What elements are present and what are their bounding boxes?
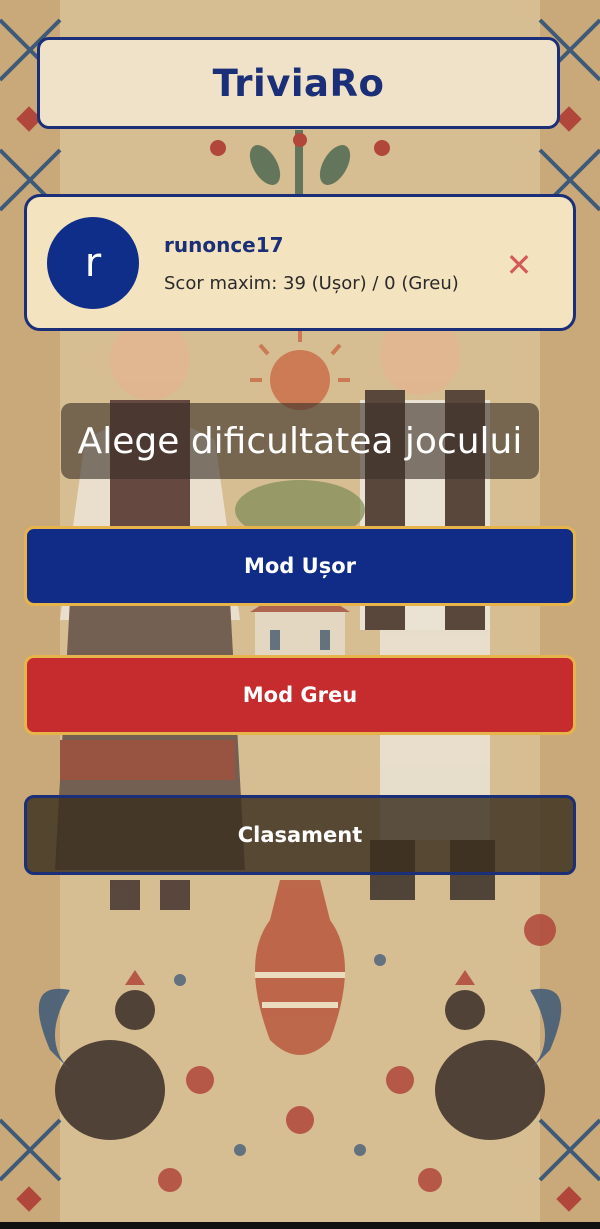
leaderboard-button[interactable]: Clasament <box>24 795 576 875</box>
close-icon[interactable]: ✕ <box>505 249 533 281</box>
easy-mode-button[interactable]: Mod Ușor <box>24 526 576 606</box>
folk-art-background <box>0 0 600 1229</box>
app-title: TriviaRo <box>212 61 385 105</box>
difficulty-heading-box: Alege dificultatea jocului <box>61 403 539 479</box>
avatar: r <box>47 217 139 309</box>
avatar-letter: r <box>84 240 102 286</box>
hard-mode-button[interactable]: Mod Greu <box>24 655 576 735</box>
app-title-card: TriviaRo <box>37 37 560 129</box>
high-score-text: Scor maxim: 39 (Ușor) / 0 (Greu) <box>164 273 459 294</box>
username: runonce17 <box>164 233 284 257</box>
user-profile-card: r runonce17 Scor maxim: 39 (Ușor) / 0 (G… <box>24 194 576 331</box>
difficulty-heading: Alege dificultatea jocului <box>77 420 523 462</box>
